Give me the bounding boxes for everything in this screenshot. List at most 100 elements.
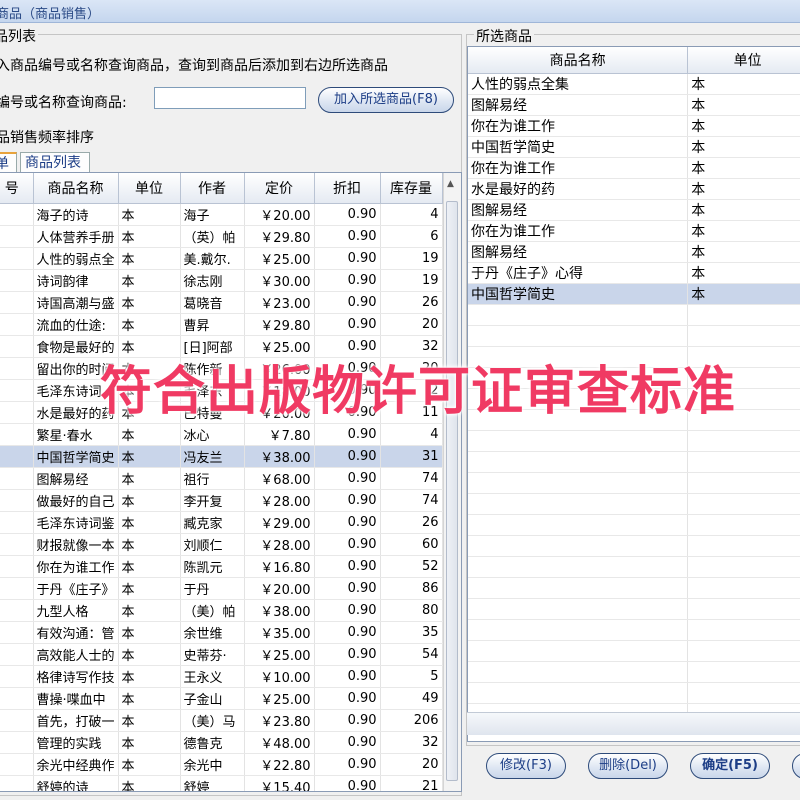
table-cell: 本 [118, 467, 181, 490]
table-row[interactable]: 你在为谁工作本陈凯元 ￥16.80 0.90 52 [0, 555, 443, 578]
table-row[interactable]: 中国哲学简史本冯友兰 ￥38.00 0.90 31 [0, 445, 443, 468]
table-row[interactable]: 水是最好的药本 [468, 178, 800, 200]
table-row[interactable]: 毛泽东诗词鉴本臧克家 ￥29.00 0.90 26 [0, 511, 443, 534]
table-row[interactable]: 人体营养手册本（英）帕 ￥29.80 0.90 6 [0, 225, 443, 248]
table-row[interactable]: 你在为谁工作本 [468, 157, 800, 179]
empty-row [468, 493, 800, 515]
table-row[interactable]: 人性的弱点全本美.戴尔. ￥25.00 0.90 19 [0, 247, 443, 270]
table-cell: 54 [380, 643, 443, 666]
table-row[interactable]: 人性的弱点全集本 [468, 73, 800, 95]
tab-product-list[interactable]: 商品列表 [20, 152, 90, 172]
table-row[interactable]: 管理的实践本德鲁克 ￥48.00 0.90 32 [0, 731, 443, 754]
table-row[interactable]: 海子的诗本海子 ￥20.00 0.90 4 [0, 203, 443, 226]
empty-cell [687, 577, 800, 599]
table-row[interactable]: 财报就像一本本刘顺仁 ￥28.00 0.90 60 [0, 533, 443, 556]
empty-cell [468, 556, 689, 578]
column-header[interactable]: 商品名称 [468, 47, 689, 74]
column-header[interactable]: 商品名称 [33, 173, 119, 204]
table-cell: ￥23.00 [244, 291, 315, 314]
table-cell: 52 [380, 555, 443, 578]
table-row[interactable]: 图解易经本祖行 ￥68.00 0.90 74 [0, 467, 443, 490]
column-header[interactable]: 作者 [180, 173, 245, 204]
table-cell: ￥20.00 [244, 203, 315, 226]
table-row[interactable]: 图解易经本 [468, 94, 800, 116]
empty-cell [687, 661, 800, 683]
delete-button[interactable]: 删除(Del) [588, 753, 668, 779]
table-cell: ￥68.00 [244, 467, 315, 490]
column-header[interactable]: 号 [0, 173, 34, 204]
table-row[interactable]: 图解易经本 [468, 241, 800, 263]
table-row[interactable]: 首先，打破一本（美）马 ￥23.80 0.90 206 [0, 709, 443, 732]
empty-row [468, 472, 800, 494]
table-cell: 本 [118, 291, 181, 314]
table-cell: 于丹 [180, 577, 245, 600]
table-cell [0, 599, 34, 622]
search-input[interactable] [154, 87, 306, 109]
empty-cell [468, 619, 689, 641]
table-row[interactable]: 余光中经典作本余光中 ￥22.80 0.90 20 [0, 753, 443, 776]
column-header[interactable]: 库存量 [380, 173, 443, 204]
table-row[interactable]: 曹操·喋血中本子金山 ￥25.00 0.90 49 [0, 687, 443, 710]
table-cell: 0.90 [314, 423, 381, 446]
tab-list[interactable]: 单 [0, 152, 17, 172]
table-cell: 管理的实践 [33, 731, 119, 754]
table-cell: 臧克家 [180, 511, 245, 534]
table-cell: 德鲁克 [180, 731, 245, 754]
selected-grid-scrollbar[interactable] [467, 712, 800, 735]
table-row[interactable]: 诗国高潮与盛本葛晓音 ￥23.00 0.90 26 [0, 291, 443, 314]
table-row[interactable]: 流血的仕途: 本曹昇 ￥29.80 0.90 20 [0, 313, 443, 336]
table-cell: 0.90 [314, 203, 381, 226]
table-cell: 74 [380, 467, 443, 490]
table-cell: 0.90 [314, 775, 381, 791]
empty-cell [468, 325, 689, 347]
table-cell: 19 [380, 247, 443, 270]
table-row[interactable]: 你在为谁工作本 [468, 115, 800, 137]
scroll-up-arrow-icon[interactable]: ▲ [447, 179, 454, 189]
table-row[interactable]: 舒婷的诗本舒婷 ￥15.40 0.90 21 [0, 775, 443, 791]
table-row[interactable]: 格律诗写作技本王永义 ￥10.00 0.90 5 [0, 665, 443, 688]
table-row[interactable]: 诗词韵律本徐志刚 ￥30.00 0.90 19 [0, 269, 443, 292]
watermark-overlay: 符合出版物许可证审查标准 [100, 362, 737, 422]
table-cell: 0.90 [314, 643, 381, 666]
table-row[interactable]: 九型人格本（美）帕 ￥38.00 0.90 80 [0, 599, 443, 622]
table-cell: 本 [118, 555, 181, 578]
table-row[interactable]: 食物是最好的本 [日]阿部 ￥25.00 0.90 32 [0, 335, 443, 358]
table-cell: 4 [380, 203, 443, 226]
table-cell: 于丹《庄子》 [33, 577, 119, 600]
table-cell: 0.90 [314, 731, 381, 754]
table-cell: 图解易经 [468, 199, 689, 221]
modify-button[interactable]: 修改(F3) [486, 753, 566, 779]
column-header[interactable]: 折扣 [314, 173, 381, 204]
table-row[interactable]: 于丹《庄子》本于丹 ￥20.00 0.90 86 [0, 577, 443, 600]
table-cell: ￥28.00 [244, 489, 315, 512]
table-row[interactable]: 有效沟通：管本余世维 ￥35.00 0.90 35 [0, 621, 443, 644]
table-cell [0, 423, 34, 446]
product-grid-scrollbar[interactable]: ▲ [443, 173, 461, 791]
selected-table-header: 商品名称 单位 [468, 47, 800, 74]
table-row[interactable]: 于丹《庄子》心得本 [468, 262, 800, 284]
table-row[interactable]: 中国哲学简史本 [468, 136, 800, 158]
scrollbar-thumb[interactable] [446, 201, 458, 781]
column-header[interactable]: 定价 [244, 173, 315, 204]
table-cell: 本 [118, 335, 181, 358]
table-cell: 本 [118, 753, 181, 776]
table-cell [0, 511, 34, 534]
table-cell [0, 577, 34, 600]
table-row[interactable]: 图解易经本 [468, 199, 800, 221]
ok-button[interactable]: 确定(F5) [690, 753, 770, 779]
table-row[interactable]: 繁星·春水本冰心 ￥7.80 0.90 4 [0, 423, 443, 446]
add-selected-button[interactable]: 加入所选商品(F8) [318, 87, 454, 113]
table-row[interactable]: 中国哲学简史本 [468, 283, 800, 305]
extra-button[interactable] [792, 753, 800, 779]
search-label: 编号或名称查询商品: [0, 95, 127, 111]
table-row[interactable]: 你在为谁工作本 [468, 220, 800, 242]
table-row[interactable]: 做最好的自己本李开复 ￥28.00 0.90 74 [0, 489, 443, 512]
table-cell: 0.90 [314, 225, 381, 248]
table-row[interactable]: 高效能人士的本史蒂芬· ￥25.00 0.90 54 [0, 643, 443, 666]
column-header[interactable]: 单位 [118, 173, 181, 204]
table-cell: ￥29.80 [244, 225, 315, 248]
table-cell: 中国哲学简史 [468, 283, 689, 305]
table-cell: 做最好的自己 [33, 489, 119, 512]
empty-cell [468, 661, 689, 683]
column-header[interactable]: 单位 [687, 47, 800, 74]
